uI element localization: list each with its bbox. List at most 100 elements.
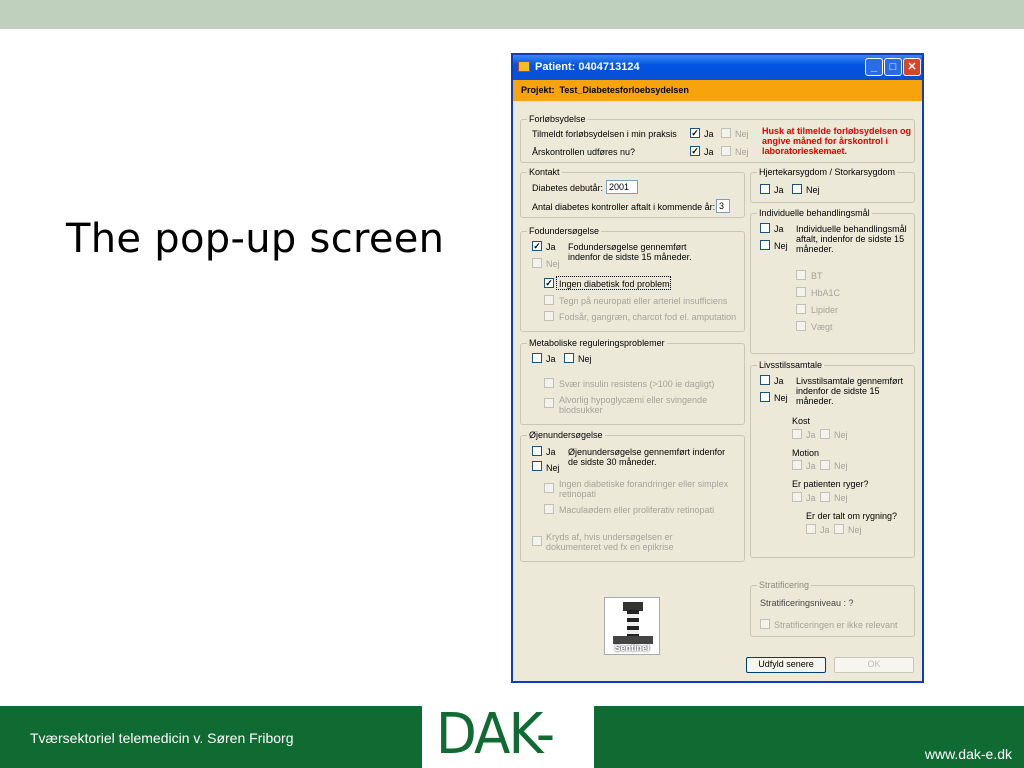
indiv-hba1c-label: HbA1C — [811, 288, 841, 298]
livs-desc: Livsstilsamtale gennemført indenfor de s… — [796, 376, 904, 406]
forlob-q1-ja-checkbox[interactable]: ✓ — [690, 128, 700, 138]
indiv-bt-checkbox — [796, 270, 806, 280]
ojen-opt3-checkbox — [532, 536, 542, 546]
indiv-hba1c-checkbox — [796, 287, 806, 297]
livs-kost-ja-label: Ja — [806, 430, 816, 440]
ojen-desc: Øjenundersøgelse gennemført indenfor de … — [568, 447, 726, 467]
ojen-ja-label: Ja — [546, 447, 556, 457]
indiv-ja-label: Ja — [774, 224, 784, 234]
indiv-lipider-label: Lipider — [811, 305, 839, 315]
footer-author: Tværsektoriel telemedicin v. Søren Fribo… — [30, 730, 294, 746]
close-button[interactable]: ✕ — [903, 58, 921, 76]
metab-ja-label: Ja — [546, 354, 556, 364]
indiv-bt-label: BT — [811, 271, 823, 281]
forlob-q2-label: Årskontrollen udføres nu? — [532, 147, 636, 157]
hjerte-legend: Hjertekarsygdom / Storkarsygdom — [757, 167, 898, 177]
footer-right: www.dak-e.dk — [594, 706, 1024, 768]
fod-ja-checkbox[interactable]: ✓ — [532, 241, 542, 251]
metab-nej-checkbox[interactable] — [564, 353, 574, 363]
top-band — [0, 0, 1024, 29]
fod-opt2-label: Tegn på neuropati eller arteriel insuffi… — [559, 296, 728, 306]
patient-window: Patient: 0404713124 _ □ ✕ Projekt: Test_… — [511, 53, 924, 683]
forlob-q1-ja-label: Ja — [704, 129, 714, 139]
metab-opt2-label: Alvorlig hypoglycæmi eller svingende blo… — [559, 395, 708, 415]
ok-button[interactable]: OK — [834, 657, 914, 673]
strat-legend: Stratificering — [757, 580, 812, 590]
ojen-opt2-checkbox — [544, 504, 554, 514]
minimize-button[interactable]: _ — [865, 58, 883, 76]
strat-opt-checkbox — [760, 619, 770, 629]
livs-motion-ja-checkbox — [792, 460, 802, 470]
kontakt-legend: Kontakt — [527, 167, 562, 177]
livs-talt-nej-label: Nej — [848, 525, 862, 535]
ojen-nej-checkbox[interactable] — [532, 461, 542, 471]
livs-ryger-ja-checkbox — [792, 492, 802, 502]
metab-legend: Metaboliske reguleringsproblemer — [527, 338, 667, 348]
fod-ja-label: Ja — [546, 242, 556, 252]
livs-talt-nej-checkbox — [834, 524, 844, 534]
fod-opt2-checkbox — [544, 295, 554, 305]
livs-motion-nej-checkbox — [820, 460, 830, 470]
fod-desc: Fodundersøgelse gennemført indenfor de s… — [568, 242, 692, 262]
metab-opt2-checkbox — [544, 398, 554, 408]
forlob-q2-ja-checkbox[interactable]: ✓ — [690, 146, 700, 156]
livs-ryger-nej-label: Nej — [834, 493, 848, 503]
project-name: Test_Diabetesforloebsydelsen — [559, 85, 689, 95]
livs-ryger-nej-checkbox — [820, 492, 830, 502]
ojen-legend: Øjenundersøgelse — [527, 430, 605, 440]
ojen-nej-label: Nej — [546, 463, 560, 473]
fod-nej-label: Nej — [546, 259, 560, 269]
livs-legend: Livsstilssamtale — [757, 360, 825, 370]
hjerte-ja-label: Ja — [774, 185, 784, 195]
livs-motion-ja-label: Ja — [806, 461, 816, 471]
window-titlebar[interactable]: Patient: 0404713124 _ □ ✕ — [513, 55, 922, 80]
livs-ryger-label: Er patienten ryger? — [792, 479, 869, 489]
livs-kost-ja-checkbox — [792, 429, 802, 439]
footer-url: www.dak-e.dk — [924, 746, 1012, 762]
forlob-q1-label: Tilmeldt forløbsydelsen i min praksis — [532, 129, 677, 139]
livs-nej-checkbox[interactable] — [760, 392, 770, 402]
indiv-legend: Individuelle behandlingsmål — [757, 208, 872, 218]
metab-opt1-label: Svær insulin resistens (>100 ie dagligt) — [559, 379, 715, 389]
later-button[interactable]: Udfyld senere — [746, 657, 826, 673]
fod-opt1-checkbox[interactable]: ✓ — [544, 278, 554, 288]
footer-left: Tværsektoriel telemedicin v. Søren Fribo… — [0, 706, 422, 768]
indiv-ja-checkbox[interactable] — [760, 223, 770, 233]
indiv-lipider-checkbox — [796, 304, 806, 314]
livs-talt-ja-label: Ja — [820, 525, 830, 535]
maximize-button[interactable]: □ — [884, 58, 902, 76]
indiv-nej-checkbox[interactable] — [760, 240, 770, 250]
strat-level: Stratificeringsniveau : ? — [760, 598, 854, 608]
forlob-q2-nej-label: Nej — [735, 147, 749, 157]
debut-label: Diabetes debutår: — [532, 183, 604, 193]
fod-nej-checkbox — [532, 258, 542, 268]
debut-input[interactable]: 2001 — [606, 180, 638, 194]
hjerte-ja-checkbox[interactable] — [760, 184, 770, 194]
lighthouse-icon — [627, 610, 639, 636]
project-bar: Projekt: Test_Diabetesforloebsydelsen — [513, 80, 922, 101]
livs-talt-label: Er der talt om rygning? — [806, 511, 898, 521]
ojen-opt3-label: Kryds af, hvis undersøgelsen er dokument… — [546, 532, 674, 552]
metab-opt1-checkbox — [544, 378, 554, 388]
strat-opt-label: Stratificeringen er ikke relevant — [774, 620, 898, 630]
livs-ja-checkbox[interactable] — [760, 375, 770, 385]
livs-motion-label: Motion — [792, 448, 820, 458]
hjerte-nej-checkbox[interactable] — [792, 184, 802, 194]
ojen-ja-checkbox[interactable] — [532, 446, 542, 456]
indiv-vaegt-checkbox — [796, 321, 806, 331]
antal-label: Antal diabetes kontroller aftalt i komme… — [532, 202, 716, 212]
metab-ja-checkbox[interactable] — [532, 353, 542, 363]
livs-ryger-ja-label: Ja — [806, 493, 816, 503]
livs-ja-label: Ja — [774, 376, 784, 386]
forlob-q2-nej-checkbox — [721, 146, 731, 156]
livs-motion-nej-label: Nej — [834, 461, 848, 471]
livs-kost-label: Kost — [792, 416, 811, 426]
antal-input[interactable]: 3 — [716, 199, 730, 213]
sentinel-label: Sentinel — [614, 643, 650, 653]
project-label: Projekt: — [521, 85, 555, 95]
livs-nej-label: Nej — [774, 393, 788, 403]
indiv-vaegt-label: Vægt — [811, 322, 833, 332]
ojen-opt2-label: Maculaødem eller proliferativ retinopati — [559, 505, 715, 515]
app-icon — [518, 61, 530, 72]
forlob-q1-nej-checkbox — [721, 128, 731, 138]
